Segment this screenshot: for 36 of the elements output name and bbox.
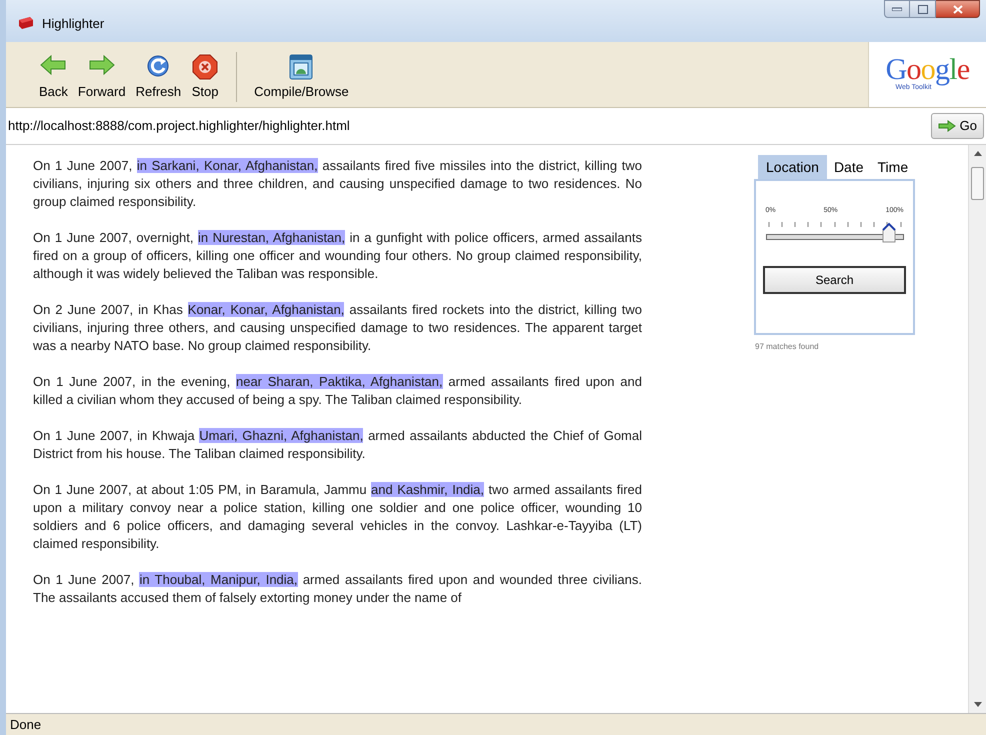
status-text: Done <box>10 716 42 734</box>
go-button[interactable]: Go <box>930 113 984 139</box>
paragraph: On 1 June 2007, overnight, in Nurestan, Afghanistan, in a gunfight with police officers, armed assailants fired on a group of officers, killing one officer and wounding four others. No group claimed responsibility, although it was widely believed the Taliban was responsible. <box>33 229 642 283</box>
url-field[interactable]: http://localhost:8888/com.project.highlighter/highlighter.html <box>6 116 931 136</box>
maximize-icon <box>918 4 928 14</box>
close-button[interactable] <box>936 0 980 18</box>
paragraph: On 1 June 2007, in Thoubal, Manipur, India, armed assailants fired upon and wounded three civilians. The assailants accused them of falsely extorting money under the name of <box>33 571 642 607</box>
result-count: 97 matches found <box>755 341 820 353</box>
search-button[interactable]: Search <box>763 266 906 294</box>
app-icon <box>18 16 34 30</box>
arrow-right-icon <box>938 120 956 132</box>
paragraph: On 1 June 2007, in the evening, near Sharan, Paktika, Afghanistan, armed assailants fired upon and killed a civilian whom they accused of being a spy. The Taliban claimed responsibility. <box>33 373 642 409</box>
scroll-up-icon <box>974 151 982 156</box>
slider-thumb[interactable] <box>882 222 896 244</box>
toolbar-button[interactable]: Compile/Browse <box>249 54 354 98</box>
minimize-button[interactable] <box>884 0 910 18</box>
minimize-icon <box>892 7 902 11</box>
paragraph: On 2 June 2007, in Khas Konar, Konar, Afghanistan, assailants fired rockets into the district, killing two civilians, injuring three others, and causing unspecified damage to two residences. The apparent target was a nearby NATO base. No group claimed responsibility. <box>33 301 642 355</box>
scroll-thumb[interactable] <box>971 167 984 200</box>
paragraph: On 1 June 2007, at about 1:05 PM, in Baramula, Jammu and Kashmir, India, two armed assailants fired upon a military convoy near a police station, killing one soldier and one police officer, wounding 10 soldiers and 6 police officers, and damaging several vehicles in the convoy. Lashkar-e-Tayyiba (LT) claimed responsibility. <box>33 481 642 553</box>
maximize-button[interactable] <box>910 0 936 18</box>
paragraph: On 1 June 2007, in Sarkani, Konar, Afghanistan, assailants fired five missiles into the district, killing two civilians, injuring six others and three children, and causing unspecified damage to two residences. No group claimed responsibility. <box>33 157 642 211</box>
toolbar-button[interactable]: Back <box>34 54 73 98</box>
scroll-down-icon <box>974 702 982 707</box>
browser-window-icon <box>287 54 316 80</box>
toolbar-button[interactable]: Stop <box>186 54 224 98</box>
window-title: Highlighter <box>42 15 104 33</box>
tab[interactable]: Date <box>826 155 871 179</box>
tab[interactable]: Time <box>870 155 916 179</box>
toolbar-button[interactable]: Refresh <box>130 54 186 98</box>
stop-icon <box>191 54 220 80</box>
scrollbar[interactable] <box>968 145 986 713</box>
tab[interactable]: Location <box>758 155 827 179</box>
close-icon <box>952 4 962 14</box>
paragraph: On 1 June 2007, in Khwaja Umari, Ghazni, Afghanistan, armed assailants abducted the Chief of Gomal District from his house. The Taliban claimed responsibility. <box>33 427 642 463</box>
toolbar-button[interactable]: Forward <box>72 54 131 98</box>
